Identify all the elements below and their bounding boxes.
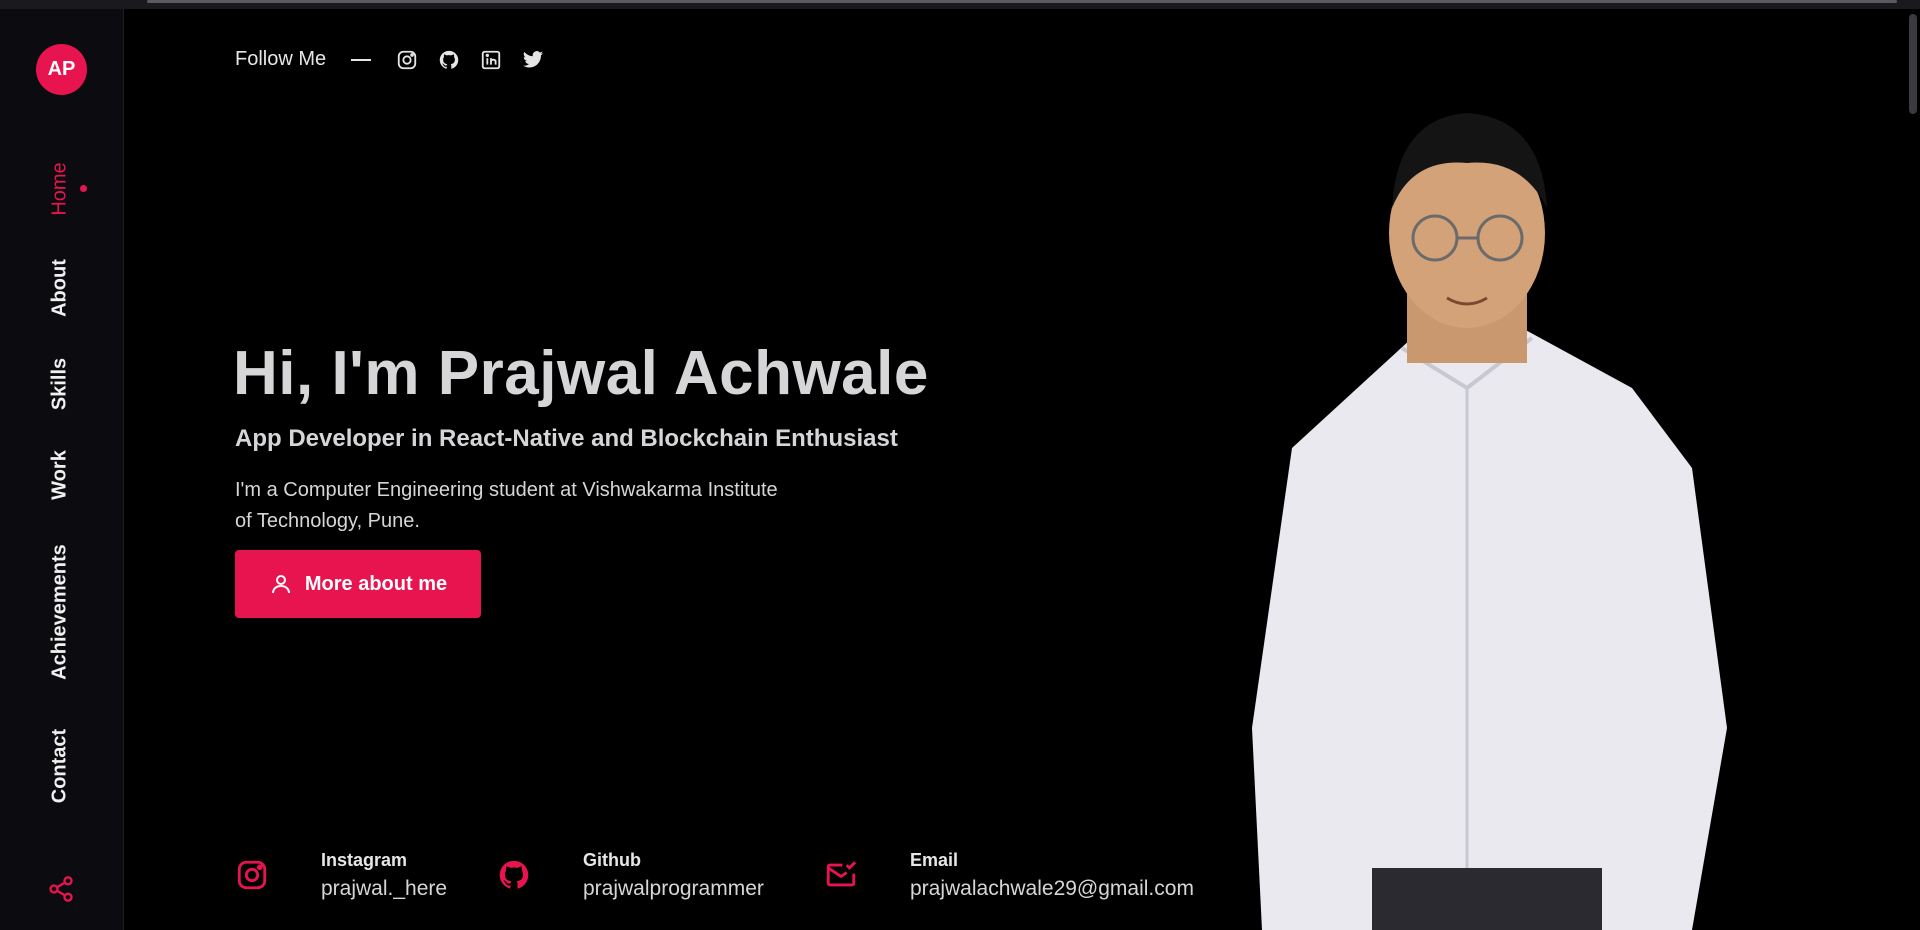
- github-icon[interactable]: [438, 49, 460, 71]
- share-icon[interactable]: [47, 875, 75, 903]
- linkedin-icon[interactable]: [480, 49, 502, 71]
- hero-subtitle: App Developer in React-Native and Blockc…: [235, 425, 898, 452]
- contact-label: Instagram: [321, 850, 408, 870]
- contact-instagram[interactable]: Instagram prajwal._here: [235, 850, 447, 901]
- button-label: More about me: [304, 572, 448, 595]
- contact-value: prajwalprogrammer: [583, 877, 764, 900]
- follow-divider: [351, 58, 372, 61]
- more-about-me-button[interactable]: More about me: [235, 550, 481, 618]
- contact-label: Email: [910, 850, 959, 870]
- contact-github[interactable]: Github prajwalprogrammer: [497, 850, 764, 901]
- vertical-scrollbar[interactable]: [1909, 14, 1917, 114]
- email-icon: [824, 858, 860, 894]
- profile-photo: [1252, 113, 1727, 930]
- follow-bar: Follow Me: [235, 48, 564, 71]
- nav-item-achievements[interactable]: Achievements: [49, 544, 72, 680]
- sidebar: AP Home About Skills Work Achievements C…: [0, 9, 124, 930]
- instagram-icon[interactable]: [396, 49, 418, 71]
- hero-title: Hi, I'm Prajwal Achwale: [233, 339, 929, 408]
- instagram-icon: [235, 858, 271, 894]
- user-icon: [271, 575, 290, 594]
- nav-item-contact[interactable]: Contact: [49, 729, 72, 803]
- contact-label: Github: [583, 850, 641, 870]
- follow-label: Follow Me: [235, 48, 327, 70]
- nav-item-work[interactable]: Work: [49, 450, 72, 500]
- contact-value: prajwalachwale29@gmail.com: [910, 877, 1194, 900]
- nav-item-skills[interactable]: Skills: [49, 358, 72, 410]
- browser-top-strip: [0, 0, 1920, 9]
- github-icon: [497, 858, 533, 894]
- contact-value: prajwal._here: [321, 877, 448, 900]
- contact-email[interactable]: Email prajwalachwale29@gmail.com: [824, 850, 1194, 901]
- hero-description: I'm a Computer Engineering student at Vi…: [235, 479, 778, 532]
- twitter-icon[interactable]: [522, 49, 544, 71]
- nav-item-about[interactable]: About: [49, 259, 72, 317]
- horizontal-scrollbar[interactable]: [147, 0, 1897, 3]
- active-indicator-dot: [80, 185, 87, 192]
- nav-item-home[interactable]: Home: [49, 162, 72, 215]
- logo[interactable]: AP: [36, 44, 87, 95]
